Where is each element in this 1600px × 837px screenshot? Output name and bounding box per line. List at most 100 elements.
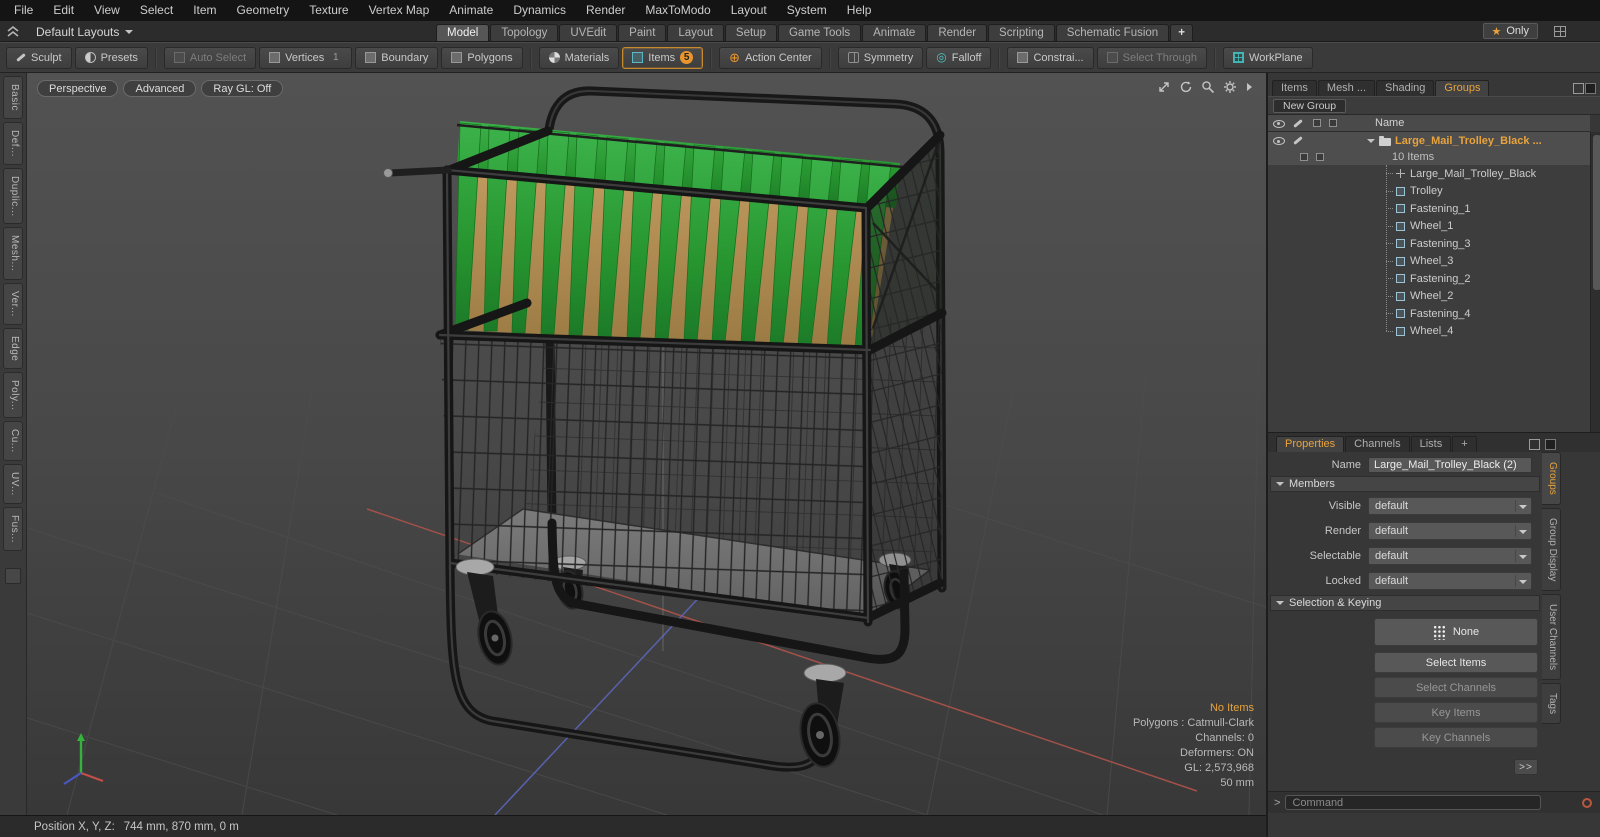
panel-maximize-icon[interactable]: [1573, 83, 1584, 94]
presets-button[interactable]: Presets: [74, 46, 148, 69]
tree-item[interactable]: Fastening_2: [1268, 270, 1590, 288]
vertices-mode-button[interactable]: Vertices 1: [259, 46, 353, 69]
tree-root-row[interactable]: Large_Mail_Trolley_Black ...: [1268, 132, 1590, 149]
none-button[interactable]: None: [1374, 618, 1538, 646]
falloff-button[interactable]: ◎ Falloff: [926, 46, 992, 69]
checkbox[interactable]: [1300, 153, 1308, 161]
visible-dropdown[interactable]: default: [1368, 497, 1532, 515]
expand-arrow-icon[interactable]: [1367, 138, 1375, 147]
toolbox-tab-uv[interactable]: UV...: [3, 464, 23, 504]
side-tab-group-display[interactable]: Group Display: [1542, 507, 1561, 592]
menu-animate[interactable]: Animate: [439, 0, 503, 21]
advanced-button[interactable]: Advanced: [123, 80, 197, 97]
workplane-button[interactable]: WorkPlane: [1223, 46, 1313, 69]
tab-uvedit[interactable]: UVEdit: [559, 24, 618, 41]
tab-lists[interactable]: Lists: [1410, 436, 1452, 452]
tree-root-subrow[interactable]: 10 Items: [1268, 149, 1590, 165]
side-tab-tags[interactable]: Tags: [1542, 683, 1561, 725]
toolbox-tab-deform[interactable]: Def...: [3, 121, 23, 165]
toolbox-tab-duplicate[interactable]: Duplic...: [3, 167, 23, 225]
tree-item[interactable]: Wheel_1: [1268, 218, 1590, 236]
toolbox-tab-curve[interactable]: Cu...: [3, 421, 23, 462]
tab-shading[interactable]: Shading: [1376, 80, 1435, 96]
menu-render[interactable]: Render: [576, 0, 635, 21]
rotate-view-icon[interactable]: [1179, 80, 1193, 94]
layout-preset-dropdown[interactable]: Default Layouts: [30, 23, 139, 40]
tab-layout[interactable]: Layout: [667, 24, 724, 41]
tab-items[interactable]: Items: [1272, 80, 1317, 96]
panel-options-icon[interactable]: [1585, 83, 1596, 94]
menu-select[interactable]: Select: [130, 0, 183, 21]
viewport-3d-scene[interactable]: [27, 73, 1266, 815]
toolbox-tab-polygon[interactable]: Poly...: [3, 371, 23, 419]
side-tab-groups[interactable]: Groups: [1542, 452, 1561, 505]
favorites-only-button[interactable]: ★ Only: [1482, 23, 1538, 39]
raygl-button[interactable]: Ray GL: Off: [201, 80, 284, 97]
eye-icon[interactable]: [1273, 135, 1285, 146]
menu-item[interactable]: Item: [183, 0, 226, 21]
boundary-mode-button[interactable]: Boundary: [355, 46, 439, 69]
menu-vertex-map[interactable]: Vertex Map: [359, 0, 440, 21]
menu-edit[interactable]: Edit: [43, 0, 84, 21]
menu-maxtomodo[interactable]: MaxToModo: [635, 0, 720, 21]
panel-gear-icon[interactable]: [1545, 439, 1556, 450]
add-tab-button[interactable]: +: [1170, 24, 1193, 41]
symmetry-button[interactable]: Symmetry: [837, 46, 924, 69]
tab-channels[interactable]: Channels: [1345, 436, 1410, 452]
tab-mesh-ops[interactable]: Mesh ...: [1317, 80, 1376, 96]
tree-item[interactable]: Trolley: [1268, 183, 1590, 201]
selectable-dropdown[interactable]: default: [1368, 547, 1532, 565]
constraints-button[interactable]: Constrai...: [1007, 46, 1094, 69]
tree-item[interactable]: Wheel_2: [1268, 288, 1590, 306]
toolbox-pin-slot[interactable]: [5, 567, 21, 584]
menu-file[interactable]: File: [4, 0, 43, 21]
maximize-icon[interactable]: [1157, 80, 1171, 94]
macro-record-icon[interactable]: [1582, 797, 1592, 808]
panel-maximize-icon[interactable]: [1529, 439, 1540, 450]
tab-groups[interactable]: Groups: [1435, 80, 1490, 96]
selection-keying-header[interactable]: Selection & Keying: [1270, 595, 1540, 611]
tree-item[interactable]: Fastening_4: [1268, 305, 1590, 323]
tab-setup[interactable]: Setup: [724, 24, 777, 41]
toolbox-tab-mesh[interactable]: Mesh...: [3, 227, 23, 280]
add-panel-tab-button[interactable]: +: [1452, 436, 1477, 452]
perspective-button[interactable]: Perspective: [37, 80, 119, 97]
sculpt-button[interactable]: Sculpt: [6, 46, 72, 69]
tab-scripting[interactable]: Scripting: [988, 24, 1055, 41]
menu-geometry[interactable]: Geometry: [227, 0, 300, 21]
members-section-header[interactable]: Members: [1270, 476, 1540, 492]
menu-dynamics[interactable]: Dynamics: [503, 0, 576, 21]
layout-switcher-icon[interactable]: [1554, 26, 1566, 37]
tree-item[interactable]: Wheel_4: [1268, 323, 1590, 341]
tree-header-row[interactable]: Name: [1268, 115, 1590, 132]
select-items-button[interactable]: Select Items: [1374, 652, 1538, 673]
selected-group-block[interactable]: Large_Mail_Trolley_Black ... 10 Items: [1268, 132, 1590, 165]
polygons-mode-button[interactable]: Polygons: [441, 46, 523, 69]
locked-dropdown[interactable]: default: [1368, 572, 1532, 590]
more-options-button[interactable]: >>: [1514, 759, 1538, 775]
action-center-button[interactable]: ⊕ Action Center: [719, 46, 822, 69]
tree-item[interactable]: Wheel_3: [1268, 253, 1590, 271]
toolbox-tab-edge[interactable]: Edge: [3, 327, 23, 369]
render-dropdown[interactable]: default: [1368, 522, 1532, 540]
expand-layout-icon[interactable]: [6, 25, 20, 38]
new-group-button[interactable]: New Group: [1273, 99, 1347, 113]
items-mode-button[interactable]: Items 5: [622, 46, 704, 69]
menu-layout[interactable]: Layout: [721, 0, 777, 21]
tab-animate[interactable]: Animate: [862, 24, 927, 41]
toolbox-tab-basic[interactable]: Basic: [3, 76, 23, 119]
tab-schematic-fusion[interactable]: Schematic Fusion: [1055, 24, 1170, 41]
tree-item[interactable]: Fastening_1: [1268, 200, 1590, 218]
tab-properties[interactable]: Properties: [1276, 436, 1345, 452]
tree-item[interactable]: Fastening_3: [1268, 235, 1590, 253]
gear-icon[interactable]: [1223, 80, 1237, 94]
tab-model[interactable]: Model: [436, 24, 490, 41]
command-input[interactable]: [1285, 795, 1542, 810]
toolbox-tab-fusion[interactable]: Fus...: [3, 506, 23, 551]
name-column-header[interactable]: Name: [1375, 117, 1404, 129]
tree-item[interactable]: Large_Mail_Trolley_Black: [1268, 165, 1590, 183]
toolbox-tab-vertex[interactable]: Ver...: [3, 282, 23, 325]
menu-view[interactable]: View: [84, 0, 130, 21]
search-zoom-icon[interactable]: [1201, 80, 1215, 94]
menu-help[interactable]: Help: [837, 0, 882, 21]
